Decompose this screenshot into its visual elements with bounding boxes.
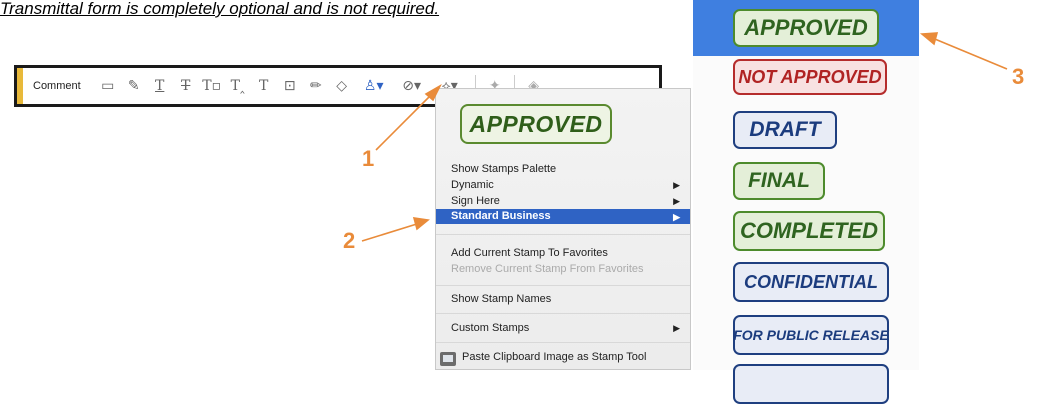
- arrow-3-head: [919, 32, 939, 46]
- annotation-arrows: [361, 32, 1008, 242]
- arrow-3: [929, 36, 1008, 70]
- arrow-1: [375, 91, 435, 151]
- annotation-number-2: 2: [343, 228, 356, 253]
- arrow-2-head: [412, 217, 430, 231]
- annotation-number-1: 1: [362, 146, 375, 171]
- stamp-partial[interactable]: [733, 364, 889, 404]
- annotation-number-3: 3: [1012, 64, 1025, 89]
- arrow-2: [361, 222, 421, 242]
